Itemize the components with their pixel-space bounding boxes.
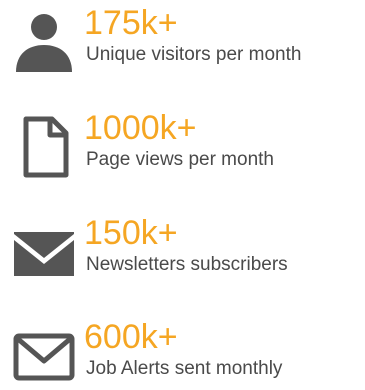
stat-value: 150k+ bbox=[84, 214, 178, 252]
stat-label: Unique visitors per month bbox=[86, 44, 302, 65]
stat-value: 175k+ bbox=[84, 4, 178, 42]
stat-label: Page views per month bbox=[86, 149, 274, 170]
stat-value: 600k+ bbox=[84, 318, 178, 356]
stat-label: Newsletters subscribers bbox=[86, 254, 288, 275]
stat-label: Job Alerts sent monthly bbox=[86, 358, 283, 379]
stat-newsletter-subscribers: 150k+ Newsletters subscribers bbox=[0, 214, 365, 286]
stat-unique-visitors: 175k+ Unique visitors per month bbox=[0, 4, 365, 76]
stat-page-views: 1000k+ Page views per month bbox=[0, 109, 365, 181]
envelope-filled-icon bbox=[12, 220, 76, 284]
document-icon bbox=[12, 115, 76, 179]
envelope-outline-icon bbox=[12, 324, 76, 388]
stat-value: 1000k+ bbox=[84, 109, 197, 147]
person-icon bbox=[12, 10, 76, 74]
stat-job-alerts: 600k+ Job Alerts sent monthly bbox=[0, 318, 365, 390]
